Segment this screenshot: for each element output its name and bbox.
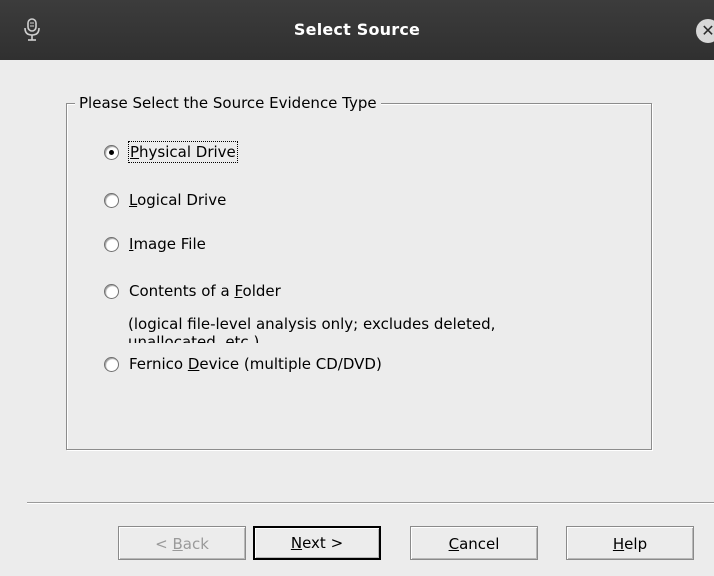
option-label-suffix: hysical Drive — [139, 143, 236, 161]
button-label-mnemonic: H — [612, 535, 625, 553]
button-label-suffix: ext > — [302, 534, 344, 552]
option-label-fernico-device: Fernico Device (multiple CD/DVD) — [129, 354, 382, 374]
button-label-suffix: ack — [182, 535, 209, 553]
option-label-suffix: ogical Drive — [137, 191, 227, 209]
radio-contents-of-folder[interactable]: Contents of a Folder — [104, 280, 281, 302]
radio-fernico-device[interactable]: Fernico Device (multiple CD/DVD) — [104, 353, 382, 375]
button-label-mnemonic: N — [290, 534, 303, 552]
back-button[interactable]: < Back — [118, 526, 246, 560]
option-label-mnemonic: D — [187, 355, 200, 373]
folder-option-description: (logical file-level analysis only; exclu… — [128, 315, 496, 343]
radio-logical-drive[interactable]: Logical Drive — [104, 189, 226, 211]
option-label-logical-drive: Logical Drive — [129, 190, 226, 210]
radio-physical-drive[interactable]: Physical Drive — [104, 141, 238, 163]
option-label-prefix: Fernico — [129, 355, 188, 373]
option-label-suffix: mage File — [133, 235, 206, 253]
radio-image-file[interactable]: Image File — [104, 233, 206, 255]
radio-button[interactable] — [104, 236, 119, 252]
button-separator — [27, 502, 714, 504]
groupbox-legend: Please Select the Source Evidence Type — [75, 92, 381, 114]
button-label-suffix: ancel — [459, 535, 500, 553]
option-label-mnemonic: P — [130, 143, 140, 161]
option-label-mnemonic: F — [234, 282, 243, 300]
button-label-suffix: elp — [624, 535, 648, 553]
select-source-dialog: Select Source ✕ Please Select the Source… — [0, 0, 714, 576]
option-label-prefix: Contents of a — [129, 282, 235, 300]
option-label-physical-drive: Physical Drive — [128, 141, 238, 163]
close-icon[interactable]: ✕ — [696, 19, 714, 43]
radio-button[interactable] — [104, 192, 119, 208]
button-label-mnemonic: C — [448, 535, 460, 553]
option-label-image-file: Image File — [129, 234, 206, 254]
radio-button[interactable] — [104, 356, 119, 372]
radio-button[interactable] — [104, 283, 119, 299]
button-label-mnemonic: B — [172, 535, 183, 553]
option-label-contents-of-folder: Contents of a Folder — [129, 281, 281, 301]
help-button[interactable]: Help — [566, 526, 694, 560]
radio-button-checked[interactable] — [104, 144, 119, 160]
button-label-prefix: < — [155, 535, 173, 553]
next-button[interactable]: Next > — [253, 526, 381, 560]
window-title: Select Source — [293, 20, 421, 39]
title-bar[interactable]: Select Source ✕ — [0, 0, 714, 60]
option-label-suffix: older — [242, 282, 281, 300]
cancel-button[interactable]: Cancel — [410, 526, 538, 560]
option-label-mnemonic: L — [129, 191, 138, 209]
option-label-suffix: evice (multiple CD/DVD) — [199, 355, 382, 373]
